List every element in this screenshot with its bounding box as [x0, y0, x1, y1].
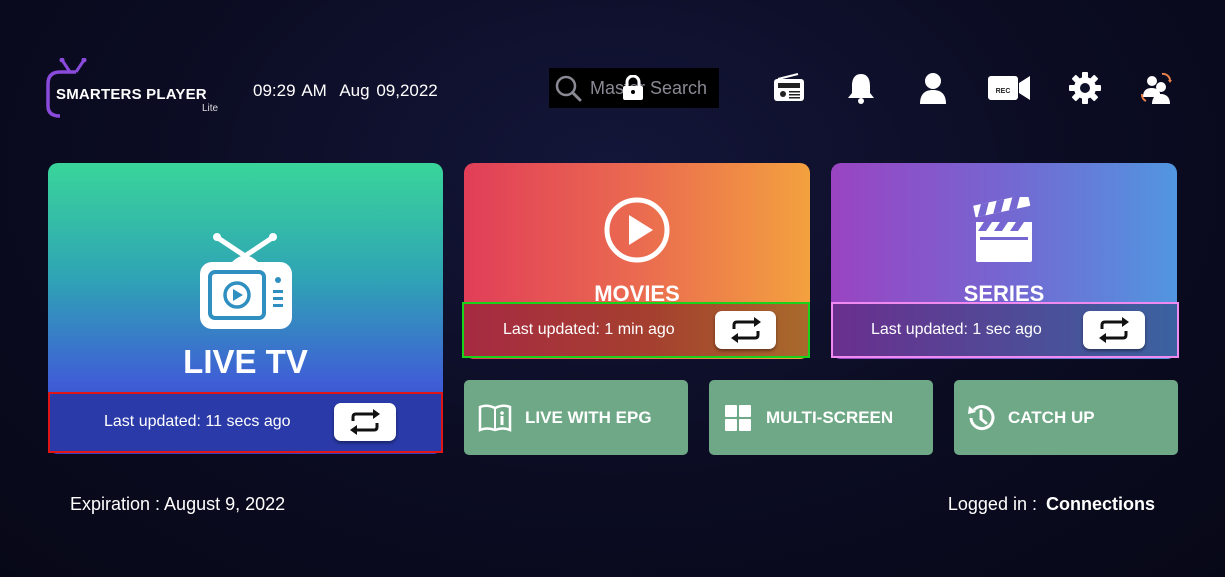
expiration-text: Expiration : August 9, 2022 [70, 494, 286, 514]
clapperboard-icon [973, 197, 1032, 262]
switch-user-button[interactable] [1139, 70, 1175, 106]
rec-icon: REC [988, 76, 1030, 100]
multi-screen-label: MULTI-SCREEN [766, 407, 894, 427]
gear-icon [1069, 72, 1101, 104]
live-with-epg-label: LIVE WITH EPG [525, 407, 652, 427]
switch-user-icon [1141, 72, 1172, 104]
clock-date: Aug 09,2022 [339, 81, 438, 100]
history-icon [964, 401, 998, 435]
notifications-button[interactable] [845, 70, 877, 106]
refresh-icon [1099, 317, 1129, 343]
refresh-icon [350, 409, 380, 435]
lock-icon [623, 75, 643, 100]
series-update-bar: Last updated: 1 sec ago [831, 302, 1179, 358]
catch-up-label: CATCH UP [1008, 407, 1095, 427]
clock-time: 09:29 AM [253, 81, 327, 100]
live-tv-last-updated: Last updated: 11 secs ago [104, 413, 291, 430]
app-logo: SMARTERS PLAYER Lite [46, 58, 231, 120]
grid-icon [721, 401, 755, 435]
bell-icon [848, 74, 874, 104]
app-edition: Lite [202, 103, 219, 114]
master-search[interactable]: Master Search [549, 68, 719, 108]
date-time: 09:29 AM Aug 09,2022 [253, 81, 438, 101]
play-icon [604, 197, 670, 263]
logged-in-info: Logged in : Connections [948, 494, 1155, 515]
refresh-icon [730, 317, 761, 343]
movies-refresh-button[interactable] [715, 311, 776, 349]
catch-up-button[interactable]: CATCH UP [954, 380, 1178, 455]
settings-button[interactable] [1067, 70, 1103, 106]
live-with-epg-button[interactable]: LIVE WITH EPG [464, 380, 688, 455]
search-placeholder: Master Search [590, 77, 708, 98]
movies-update-bar: Last updated: 1 min ago [462, 302, 810, 358]
search-icon [555, 75, 582, 102]
recordings-button[interactable]: REC [986, 70, 1032, 106]
live-tv-update-bar: Last updated: 11 secs ago [48, 392, 443, 453]
logged-in-user: Connections [1045, 494, 1155, 514]
live-tv-refresh-button[interactable] [334, 403, 396, 441]
multi-screen-button[interactable]: MULTI-SCREEN [709, 380, 933, 455]
app-name: SMARTERS PLAYER [56, 86, 207, 103]
account-button[interactable] [917, 70, 949, 106]
book-info-icon [478, 401, 512, 435]
radio-button[interactable] [771, 70, 807, 106]
series-last-updated: Last updated: 1 sec ago [871, 321, 1042, 338]
tv-icon [200, 233, 292, 329]
radio-icon [774, 73, 804, 101]
user-icon [920, 73, 946, 104]
logged-in-label: Logged in : [947, 494, 1037, 514]
movies-last-updated: Last updated: 1 min ago [503, 321, 675, 338]
series-refresh-button[interactable] [1083, 311, 1145, 349]
rec-label: REC [996, 88, 1011, 95]
live-tv-title: LIVE TV [183, 343, 308, 380]
